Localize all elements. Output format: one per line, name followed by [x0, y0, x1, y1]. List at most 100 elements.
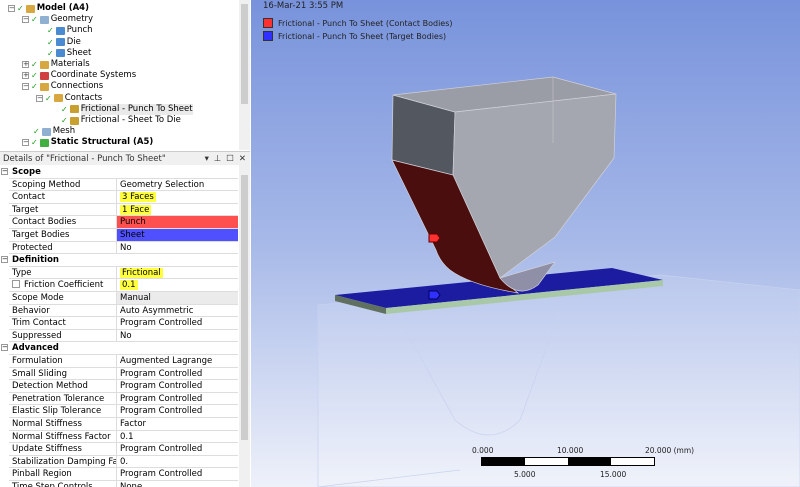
property-value[interactable]: No [120, 331, 132, 341]
tree-item-label: Coordinate Systems [50, 70, 137, 81]
tree-item-label: Frictional - Punch To Sheet [80, 103, 193, 115]
collapse-toggle[interactable]: − [1, 256, 8, 264]
property-row[interactable]: Stabilization Damping Factor 0. [9, 455, 238, 469]
property-name: Behavior [12, 305, 50, 316]
property-row[interactable]: Trim Contact Program Controlled [9, 317, 238, 330]
property-row[interactable]: Contact Bodies Punch [9, 216, 238, 229]
expand-toggle[interactable]: + [22, 72, 29, 80]
tree-item[interactable]: + ✓ Materials [22, 59, 90, 70]
punch-body [391, 76, 617, 294]
property-value[interactable]: 0. [120, 457, 128, 467]
property-value[interactable]: Program Controlled [120, 318, 202, 328]
property-name: Formulation [12, 356, 63, 366]
property-value[interactable]: 0.1 [120, 280, 138, 291]
property-value[interactable]: 3 Faces [120, 192, 156, 203]
expand-toggle[interactable]: − [22, 139, 29, 147]
expand-toggle[interactable]: − [22, 16, 29, 24]
tree-item-label: Materials [50, 59, 90, 69]
property-row[interactable]: Elastic Slip Tolerance Program Controlled [9, 405, 238, 418]
property-row[interactable]: Friction Coefficient 0.1 [9, 279, 238, 292]
tree-item[interactable]: + ✓ Coordinate Systems [22, 70, 136, 81]
property-row[interactable]: Pinball Region Program Controlled [9, 468, 238, 481]
property-value[interactable]: Augmented Lagrange [120, 356, 212, 366]
property-row[interactable]: Small Sliding Program Controlled [9, 367, 238, 381]
node-icon [39, 82, 49, 91]
tree-item[interactable]: ✓ Frictional - Punch To Sheet [50, 103, 193, 115]
tree-item[interactable]: − ✓ Connections [22, 81, 103, 92]
tree-item[interactable]: ✓ Frictional - Sheet To Die [50, 115, 181, 126]
property-row[interactable]: Protected No [9, 241, 238, 255]
property-value[interactable]: Auto Asymmetric [120, 306, 193, 316]
property-value[interactable]: Program Controlled [120, 369, 202, 379]
tree-item[interactable]: − ✓ Geometry [22, 14, 93, 25]
collapse-toggle[interactable]: − [1, 344, 8, 352]
property-row[interactable]: Time Step Controls None [9, 481, 238, 487]
check-icon: ✓ [47, 26, 54, 36]
property-value[interactable]: 1 Face [120, 204, 152, 215]
property-name: Time Step Controls [12, 482, 93, 487]
property-value[interactable]: Punch [120, 217, 146, 227]
property-value[interactable]: Program Controlled [120, 381, 202, 391]
group-label: Definition [12, 255, 59, 266]
maximize-icon[interactable]: ☐ [226, 154, 234, 164]
dropdown-icon[interactable]: ▾ [205, 154, 209, 164]
property-value[interactable]: 0.1 [120, 432, 134, 442]
target-marker [428, 290, 441, 300]
expand-toggle[interactable]: − [8, 5, 15, 12]
property-row[interactable]: Contact 3 Faces [9, 191, 238, 204]
tree-item[interactable]: ✓ Die [36, 37, 81, 48]
pin-icon[interactable]: ⊥ [214, 154, 221, 164]
tree-item[interactable]: ✓ Mesh [22, 126, 75, 137]
property-row[interactable]: Penetration Tolerance Program Controlled [9, 392, 238, 406]
graphics-viewport[interactable]: 16-Mar-21 3:55 PM Frictional - Punch To … [251, 0, 800, 487]
expand-toggle[interactable]: + [22, 61, 29, 68]
node-icon [39, 60, 49, 69]
property-row[interactable]: Type Frictional [9, 266, 238, 280]
group-header[interactable]: Scope [9, 166, 238, 179]
check-icon: ✓ [45, 93, 52, 103]
property-value[interactable]: Manual [120, 293, 151, 303]
tree-item[interactable]: − ✓ Contacts [36, 93, 102, 104]
property-row[interactable]: Detection Method Program Controlled [9, 380, 238, 393]
expand-toggle[interactable]: − [22, 83, 29, 91]
tree-item[interactable]: − ✓ Model (A4) [8, 3, 89, 14]
details-title: Details of "Frictional - Punch To Sheet" [3, 153, 166, 164]
property-row[interactable]: Update Stiffness Program Controlled [9, 443, 238, 456]
property-value[interactable]: Frictional [120, 267, 163, 278]
tree-item[interactable]: ✓ Punch [36, 25, 93, 36]
node-icon [39, 71, 49, 80]
property-row[interactable]: Behavior Auto Asymmetric [9, 304, 238, 318]
property-row[interactable]: Scope Mode Manual [9, 292, 238, 305]
property-value[interactable]: Geometry Selection [120, 180, 204, 190]
collapse-toggle[interactable]: − [1, 168, 8, 175]
group-label: Advanced [12, 343, 59, 354]
property-row[interactable]: Formulation Augmented Lagrange [9, 355, 238, 368]
node-icon [41, 127, 51, 136]
group-header[interactable]: Advanced [9, 342, 238, 355]
property-value[interactable]: Sheet [120, 230, 145, 240]
property-value[interactable]: Program Controlled [120, 469, 202, 479]
group-header[interactable]: Definition [9, 254, 238, 267]
property-value[interactable]: Program Controlled [120, 444, 202, 454]
tree-item[interactable]: ✓ Sheet [36, 48, 91, 59]
property-value[interactable]: No [120, 243, 132, 253]
property-value[interactable]: Program Controlled [120, 394, 202, 404]
property-row[interactable]: Normal Stiffness Factor 0.1 [9, 430, 238, 444]
property-name: Pinball Region [12, 469, 72, 480]
parameter-checkbox[interactable] [12, 280, 20, 289]
property-row[interactable]: Suppressed No [9, 329, 238, 343]
tree-scrollbar[interactable] [239, 0, 250, 150]
property-value[interactable]: None [120, 482, 142, 487]
property-value[interactable]: Factor [120, 419, 146, 429]
property-value[interactable]: Program Controlled [120, 406, 202, 416]
tree-item[interactable]: − ✓ Static Structural (A5) [22, 137, 153, 148]
property-row[interactable]: Scoping Method Geometry Selection [9, 178, 238, 192]
property-name: Scope Mode [12, 293, 64, 303]
check-icon: ✓ [31, 138, 38, 148]
property-row[interactable]: Target 1 Face [9, 203, 238, 217]
details-scrollbar[interactable] [239, 165, 250, 487]
property-row[interactable]: Normal Stiffness Factor [9, 418, 238, 431]
property-row[interactable]: Target Bodies Sheet [9, 229, 238, 242]
close-icon[interactable]: ✕ [239, 154, 246, 164]
expand-toggle[interactable]: − [36, 94, 43, 102]
